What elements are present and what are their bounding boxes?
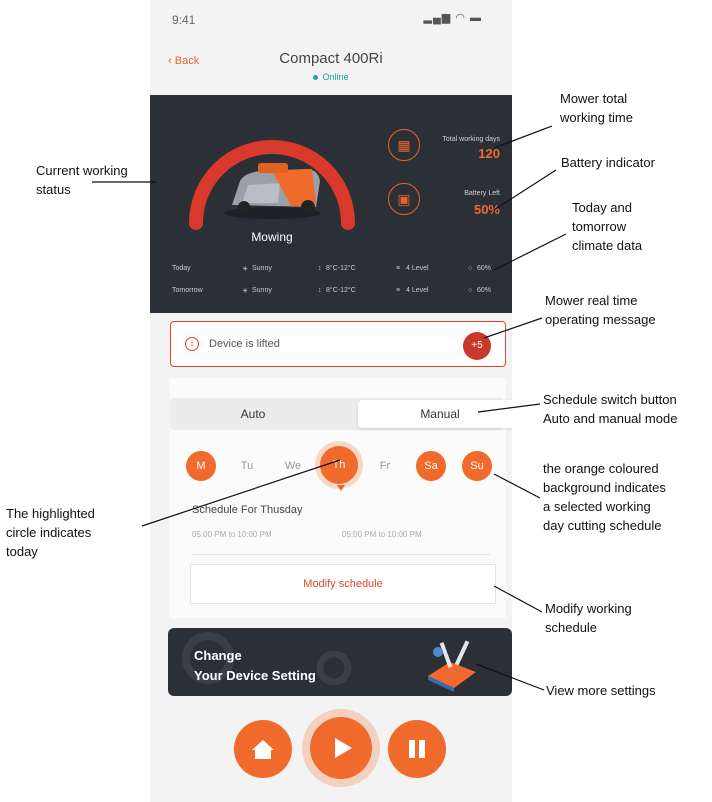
annotation-line: View more settings [546,683,656,698]
annotation-today: The highlighted circle indicates today [6,504,95,561]
annotation-line: a selected working [543,499,651,514]
annotation-total-time: Mower total working time [560,89,633,127]
annotation-line: Auto and manual mode [543,411,678,426]
annotation-climate: Today and tomorrow climate data [572,198,642,255]
leader-line [475,663,545,691]
annotation-line: day cutting schedule [543,518,662,533]
annotation-more-settings: View more settings [546,681,656,700]
leader-line [483,317,543,339]
annotation-working-status: Current working status [36,161,128,199]
annotation-message: Mower real time operating message [545,291,656,329]
annotation-line: tomorrow [572,219,627,234]
annotation-line: Mower real time [545,293,638,308]
annotation-battery: Battery indicator [561,153,655,172]
annotation-line: Schedule switch button [543,392,677,407]
annotation-line: Today and [572,200,632,215]
leader-line [477,403,541,413]
leader-line [493,473,541,499]
annotation-line: Modify working [545,601,632,616]
annotation-schedule-switch: Schedule switch button Auto and manual mo… [543,390,677,428]
annotation-line: status [36,182,71,197]
annotation-line: Mower total [560,91,628,106]
leader-line [141,459,341,527]
leader-line [493,125,553,149]
annotation-line: Battery indicator [561,155,655,170]
annotation-line: The highlighted [6,506,95,521]
annotation-line: background indicates [543,480,666,495]
annotation-modify: Modify working schedule [545,599,632,637]
annotation-line: the orange coloured [543,461,659,476]
annotation-line: schedule [545,620,598,635]
annotation-line: operating message [545,312,656,327]
annotation-line: working time [560,110,633,125]
leader-line [493,169,557,211]
annotation-line: Current working [36,163,128,178]
annotation-orange-bg: the orange coloured background indicates a… [543,459,666,535]
leader-line [493,585,543,613]
leader-line [493,233,567,271]
annotation-line: today [6,544,38,559]
annotation-line: climate data [572,238,643,253]
annotation-line: circle indicates [6,525,92,540]
